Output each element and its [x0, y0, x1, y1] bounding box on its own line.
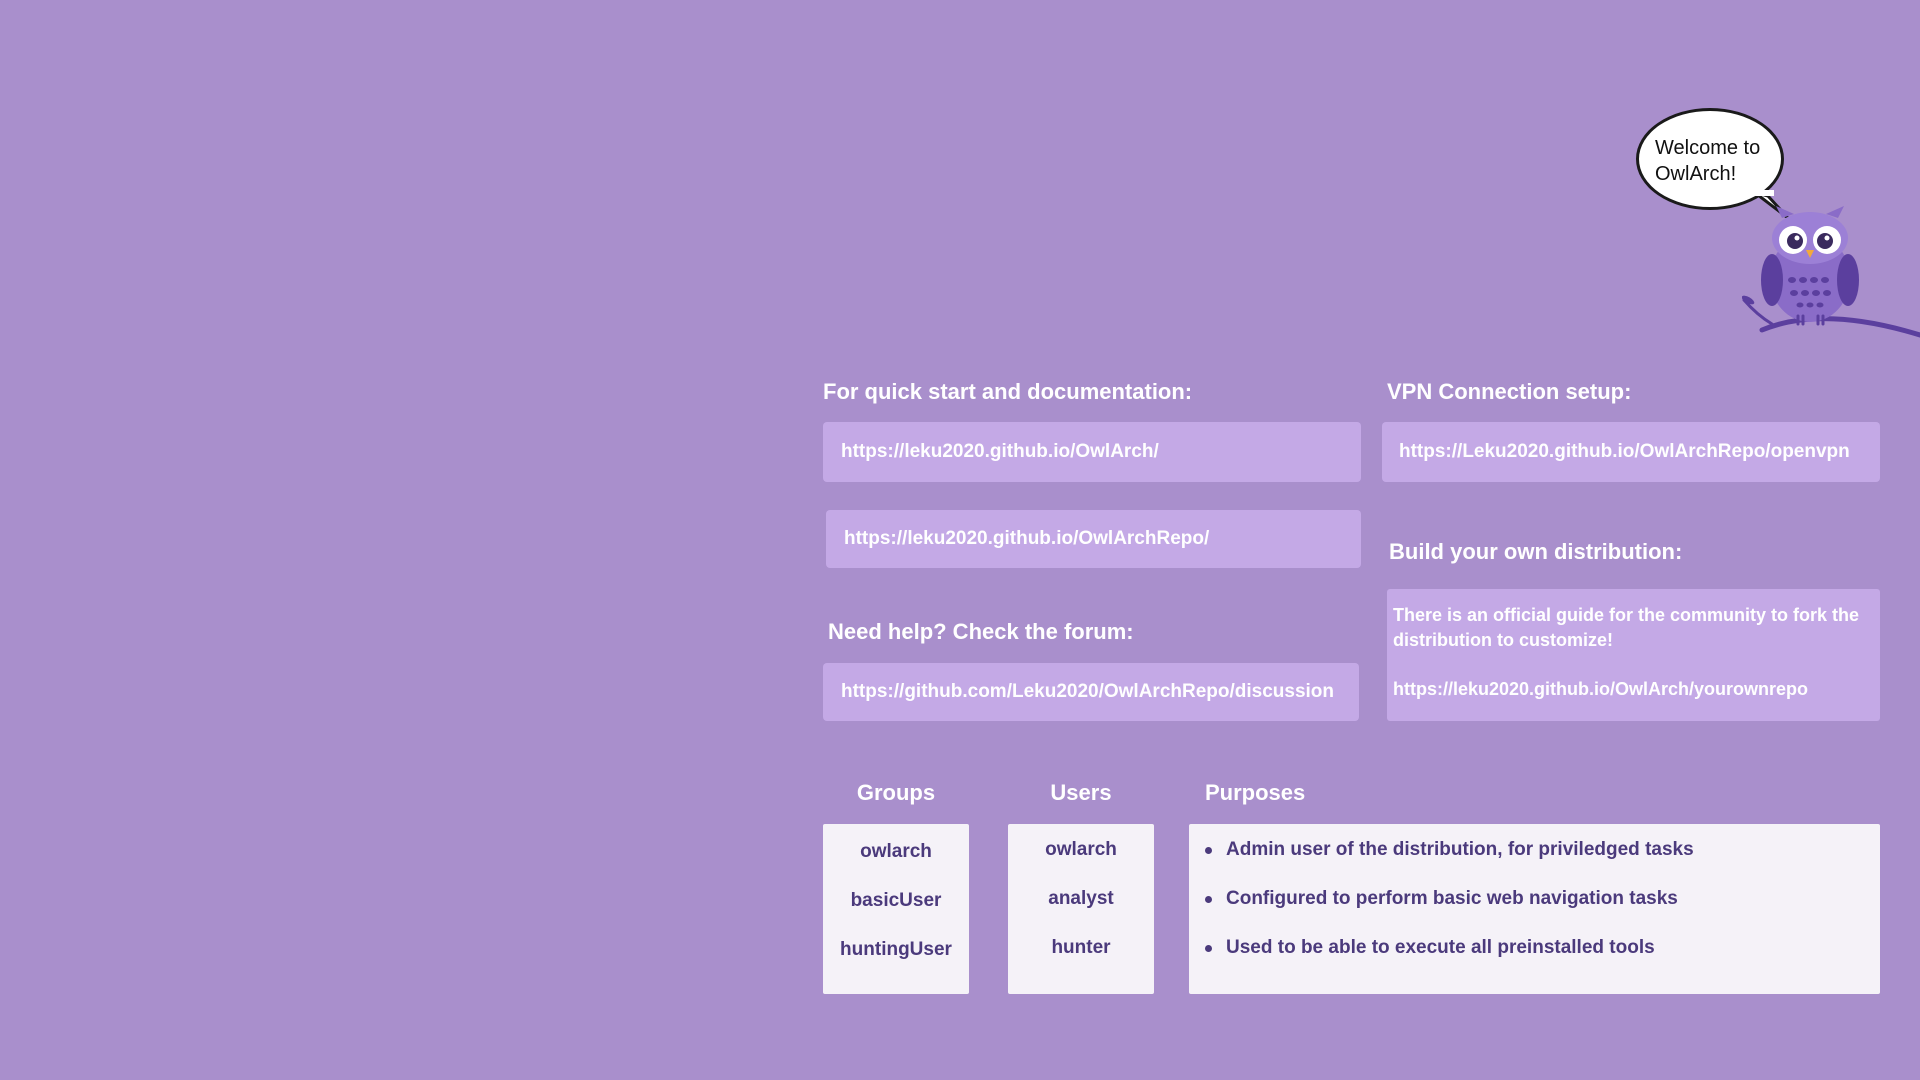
group-item: basicUser	[850, 890, 942, 911]
users-header: Users	[1050, 780, 1112, 805]
vpn-link[interactable]: https://Leku2020.github.io/OwlArchRepo/o…	[1399, 441, 1850, 463]
purposes-header: Purposes	[1205, 780, 1306, 805]
bullet-icon	[1205, 895, 1212, 903]
purpose-text: Configured to perform basic web navigati…	[1226, 888, 1678, 909]
groups-header: Groups	[856, 780, 936, 805]
purpose-text: Used to be able to execute all preinstal…	[1226, 937, 1655, 958]
bullet-icon	[1205, 846, 1212, 854]
purpose-text: Admin user of the distribution, for priv…	[1226, 839, 1694, 860]
user-item: analyst	[1048, 888, 1114, 909]
owl-mascot-icon	[1742, 206, 1920, 338]
docs-link[interactable]: https://leku2020.github.io/OwlArch/	[841, 441, 1159, 463]
docs-title: For quick start and documentation:	[823, 379, 1193, 404]
docs-link-box[interactable]: https://leku2020.github.io/OwlArch/	[823, 422, 1361, 482]
forum-title: Need help? Check the forum:	[828, 619, 1134, 644]
group-item: huntingUser	[840, 939, 952, 960]
purpose-item: Used to be able to execute all preinstal…	[1205, 937, 1655, 959]
forum-link[interactable]: https://github.com/Leku2020/OwlArchRepo/…	[841, 681, 1334, 703]
purposes-list: Admin user of the distribution, for priv…	[1189, 824, 1880, 994]
repo-link[interactable]: https://leku2020.github.io/OwlArchRepo/	[844, 528, 1209, 550]
desktop-wallpaper: Welcome to OwlArch! For quick start and …	[0, 0, 1920, 1080]
build-title: Build your own distribution:	[1389, 539, 1683, 564]
user-item: hunter	[1051, 937, 1111, 958]
purpose-item: Admin user of the distribution, for priv…	[1205, 839, 1694, 861]
branch-icon	[1759, 316, 1920, 338]
bubble-line-1: Welcome to	[1655, 137, 1761, 159]
group-item: owlarch	[860, 841, 932, 862]
repo-link-box[interactable]: https://leku2020.github.io/OwlArchRepo/	[826, 510, 1361, 568]
forum-link-box[interactable]: https://github.com/Leku2020/OwlArchRepo/…	[823, 663, 1359, 721]
purpose-item: Configured to perform basic web navigati…	[1205, 888, 1678, 910]
bubble-line-2: OwlArch!	[1655, 163, 1737, 185]
user-item: owlarch	[1045, 839, 1117, 860]
build-guide-link[interactable]: https://leku2020.github.io/OwlArch/youro…	[1393, 677, 1874, 702]
vpn-link-box[interactable]: https://Leku2020.github.io/OwlArchRepo/o…	[1382, 422, 1880, 482]
users-list: owlarch analyst hunter	[1008, 824, 1154, 994]
build-guide-box: There is an official guide for the commu…	[1387, 589, 1880, 721]
bullet-icon	[1205, 944, 1212, 952]
build-guide-text: There is an official guide for the commu…	[1393, 605, 1860, 650]
groups-list: owlarch basicUser huntingUser	[823, 824, 969, 994]
vpn-title: VPN Connection setup:	[1387, 379, 1632, 404]
